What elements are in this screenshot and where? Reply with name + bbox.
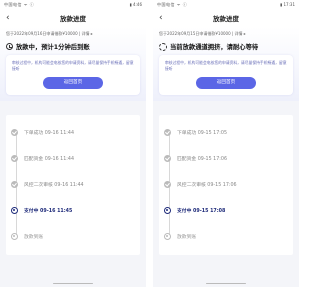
- check-icon: [164, 155, 171, 162]
- return-home-button[interactable]: 返回首页: [196, 77, 256, 89]
- carrier-text: 中国电信 ᯤ ⓘ: [4, 2, 35, 7]
- step-risk-review: 风控二次审核 09-15 17:06: [164, 181, 237, 188]
- step-match-funds: 匹配资金 09-16 11:44: [11, 155, 74, 162]
- page-title: 放款进度: [213, 15, 239, 23]
- check-icon: [11, 181, 18, 188]
- card-description: 审核过程中，机构可能会电核您的申请资料，请尽量保持手机畅通，留意接听: [12, 60, 134, 71]
- status-bar: 中国电信 ᯤ ⓘ ▮ 4:46: [0, 0, 146, 9]
- step-label: 匹配资金 09-15 17:06: [177, 157, 227, 162]
- pending-step-icon: [164, 233, 171, 240]
- nav-bar: ‹ 放款进度: [153, 9, 299, 27]
- current-step-icon: [11, 207, 18, 214]
- check-icon: [164, 129, 171, 136]
- step-label: 风控二次审核 09-16 11:44: [24, 183, 84, 188]
- nav-bar: ‹ 放款进度: [0, 9, 146, 27]
- status-text: 放款中，预计1分钟后到账: [16, 44, 90, 51]
- clock-icon: [6, 43, 13, 50]
- step-disbursed: 放款到账: [164, 233, 196, 240]
- status-bar: 中国电信 ᯤ ⓘ ▮ 17:31: [153, 0, 299, 9]
- card-description: 审核过程中，机构可能会电核您的申请资料，请尽量保持手机畅通，留意接听: [165, 60, 287, 71]
- spinner-icon: [159, 42, 167, 51]
- step-label: 支付中 09-16 11:45: [24, 209, 73, 214]
- carrier-text: 中国电信 ᯤ ⓘ: [157, 2, 188, 7]
- step-label: 放款到账: [24, 235, 44, 240]
- step-label: 下单成功 09-15 17:05: [177, 131, 227, 136]
- current-step-icon: [164, 207, 171, 214]
- step-label: 支付中 09-15 17:08: [177, 209, 226, 214]
- status-section: 您于2022年09月16日申请借款¥10000 | 详情 ▸ 放款中，预计1分钟…: [0, 27, 146, 101]
- pending-step-icon: [11, 233, 18, 240]
- info-card: 审核过程中，机构可能会电核您的申请资料，请尽量保持手机畅通，留意接听 返回首页: [6, 55, 140, 95]
- progress-timeline: 下单成功 09-16 11:44 匹配资金 09-16 11:44 风控二次审核…: [6, 115, 140, 255]
- check-icon: [164, 181, 171, 188]
- step-order-success: 下单成功 09-15 17:05: [164, 129, 227, 136]
- status-line: 放款中，预计1分钟后到账: [6, 42, 140, 51]
- check-icon: [11, 129, 18, 136]
- step-label: 匹配资金 09-16 11:44: [24, 157, 74, 162]
- info-card: 审核过程中，机构可能会电核您的申请资料，请尽量保持手机畅通，留意接听 返回首页: [159, 55, 293, 95]
- step-order-success: 下单成功 09-16 11:44: [11, 129, 74, 136]
- status-line: 当前放款通道拥挤，请耐心等待: [159, 42, 293, 51]
- clock-text: ▮ 4:46: [129, 2, 142, 7]
- step-disbursed: 放款到账: [11, 233, 43, 240]
- step-label: 风控二次审核 09-15 17:06: [177, 183, 237, 188]
- loan-info-link[interactable]: 您于2022年09月16日申请借款¥10000 | 详情 ▸: [6, 31, 140, 37]
- status-text: 当前放款通道拥挤，请耐心等待: [170, 44, 259, 51]
- home-indicator[interactable]: [206, 282, 246, 284]
- status-section: 您于2022年09月15日申请借款¥10000 | 详情 ▸ 当前放款通道拥挤，…: [153, 27, 299, 101]
- step-risk-review: 风控二次审核 09-16 11:44: [11, 181, 84, 188]
- clock-text: ▮ 17:31: [280, 2, 295, 7]
- return-home-button[interactable]: 返回首页: [43, 77, 103, 89]
- check-icon: [11, 155, 18, 162]
- progress-timeline: 下单成功 09-15 17:05 匹配资金 09-15 17:06 风控二次审核…: [159, 115, 293, 255]
- step-label: 下单成功 09-16 11:44: [24, 131, 74, 136]
- step-paying: 支付中 09-16 11:45: [11, 207, 72, 214]
- home-indicator[interactable]: [53, 282, 93, 284]
- back-arrow-icon[interactable]: ‹: [6, 12, 10, 24]
- back-arrow-icon[interactable]: ‹: [159, 12, 163, 24]
- step-paying: 支付中 09-15 17:08: [164, 207, 225, 214]
- page-title: 放款进度: [60, 15, 86, 23]
- right-phone-screen: 中国电信 ᯤ ⓘ ▮ 17:31 ‹ 放款进度 您于2022年09月15日申请借…: [153, 0, 299, 287]
- loan-info-link[interactable]: 您于2022年09月15日申请借款¥10000 | 详情 ▸: [159, 31, 293, 37]
- step-label: 放款到账: [177, 235, 197, 240]
- step-match-funds: 匹配资金 09-15 17:06: [164, 155, 227, 162]
- left-phone-screen: 中国电信 ᯤ ⓘ ▮ 4:46 ‹ 放款进度 您于2022年09月16日申请借款…: [0, 0, 146, 287]
